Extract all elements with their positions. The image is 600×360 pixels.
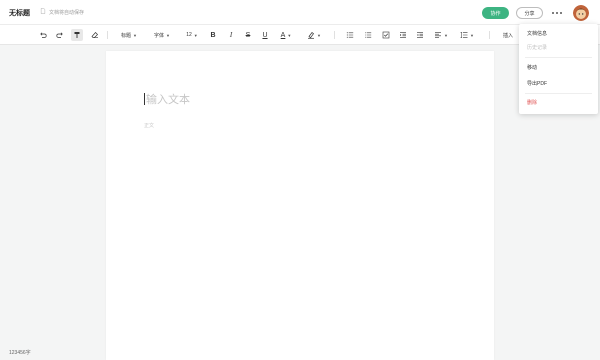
redo-icon bbox=[56, 32, 63, 38]
checklist-button[interactable] bbox=[380, 29, 392, 41]
font-label: 字体 bbox=[154, 32, 165, 39]
formatting-toolbar: 标题 ▼ 字体 ▼ 12 ▼ B I S U A ▼ ▼ ▼ ▼ 插入 bbox=[0, 25, 600, 45]
numbered-list-button[interactable] bbox=[362, 29, 374, 41]
menu-item-delete[interactable]: 删除 bbox=[527, 99, 537, 106]
text-color-icon: A bbox=[280, 31, 286, 39]
underline-icon: U bbox=[262, 31, 268, 39]
heading-dropdown[interactable]: 标题 ▼ bbox=[117, 29, 141, 41]
line-spacing-icon bbox=[460, 31, 468, 39]
font-family-dropdown[interactable]: 字体 ▼ bbox=[150, 29, 174, 41]
undo-icon bbox=[40, 32, 47, 38]
menu-item-export-pdf[interactable]: 导出PDF bbox=[527, 80, 547, 87]
title-input[interactable]: 输入文本 bbox=[144, 91, 190, 107]
strikethrough-button[interactable]: S bbox=[242, 29, 254, 41]
heading-label: 标题 bbox=[121, 32, 132, 39]
text-color-button[interactable]: A ▼ bbox=[276, 29, 296, 41]
indent-button[interactable] bbox=[397, 29, 409, 41]
document-icon bbox=[40, 8, 46, 16]
line-spacing-dropdown[interactable]: ▼ bbox=[457, 29, 477, 41]
insert-dropdown[interactable]: 插入 bbox=[500, 29, 516, 41]
format-painter-icon bbox=[74, 32, 80, 38]
toolbar-divider bbox=[334, 31, 335, 39]
collaborate-button[interactable]: 协作 bbox=[482, 7, 509, 19]
caret-down-icon: ▼ bbox=[166, 32, 170, 38]
bold-icon: B bbox=[210, 31, 216, 39]
outdent-icon bbox=[417, 32, 423, 38]
underline-button[interactable]: U bbox=[259, 29, 271, 41]
align-left-icon bbox=[435, 32, 442, 38]
insert-label: 插入 bbox=[502, 32, 513, 39]
highlighter-icon bbox=[308, 32, 315, 39]
indent-icon bbox=[400, 32, 406, 38]
caret-down-icon: ▼ bbox=[317, 32, 321, 38]
share-button[interactable]: 分享 bbox=[516, 7, 543, 19]
highlight-button[interactable]: ▼ bbox=[304, 29, 324, 41]
checkbox-icon bbox=[382, 31, 390, 39]
save-status-text: 文档将自动保存 bbox=[49, 9, 85, 16]
align-dropdown[interactable]: ▼ bbox=[431, 29, 451, 41]
numbered-list-icon bbox=[365, 32, 372, 38]
caret-down-icon: ▼ bbox=[444, 32, 448, 38]
menu-item-document-info[interactable]: 文档信息 bbox=[527, 30, 547, 37]
more-options-menu: 文档信息 历史记录 移动 导出PDF 删除 bbox=[519, 24, 598, 114]
bold-button[interactable]: B bbox=[207, 29, 219, 41]
outdent-button[interactable] bbox=[414, 29, 426, 41]
bullet-list-icon bbox=[346, 32, 354, 38]
avatar[interactable] bbox=[573, 5, 589, 21]
menu-divider bbox=[525, 93, 592, 94]
document-title[interactable]: 无标题 bbox=[9, 8, 30, 18]
body-input[interactable]: 正文 bbox=[144, 122, 154, 129]
format-painter-button[interactable] bbox=[71, 29, 83, 41]
clear-format-button[interactable] bbox=[89, 29, 101, 41]
save-status: 文档将自动保存 bbox=[40, 8, 84, 16]
eraser-icon bbox=[91, 31, 98, 38]
menu-divider bbox=[525, 57, 592, 58]
word-count: 123456字 bbox=[9, 350, 31, 356]
more-options-button[interactable] bbox=[550, 7, 564, 19]
document-page[interactable]: 输入文本 正文 bbox=[106, 51, 494, 360]
font-size-dropdown[interactable]: 12 ▼ bbox=[183, 29, 201, 41]
toolbar-divider bbox=[107, 31, 108, 39]
bullet-list-button[interactable] bbox=[344, 29, 356, 41]
caret-down-icon: ▼ bbox=[133, 32, 137, 38]
redo-button[interactable] bbox=[54, 29, 66, 41]
italic-button[interactable]: I bbox=[225, 29, 237, 41]
italic-icon: I bbox=[229, 31, 233, 39]
menu-item-move[interactable]: 移动 bbox=[527, 64, 537, 71]
menu-item-history[interactable]: 历史记录 bbox=[527, 44, 547, 51]
strikethrough-icon: S bbox=[245, 31, 251, 39]
caret-down-icon: ▼ bbox=[287, 32, 292, 38]
top-bar: 无标题 文档将自动保存 协作 分享 bbox=[0, 0, 600, 25]
more-icon bbox=[552, 12, 554, 14]
undo-button[interactable] bbox=[37, 29, 49, 41]
caret-down-icon: ▼ bbox=[470, 32, 474, 38]
text-cursor bbox=[144, 93, 145, 105]
toolbar-divider bbox=[489, 31, 490, 39]
caret-down-icon: ▼ bbox=[193, 32, 198, 38]
title-placeholder: 输入文本 bbox=[146, 94, 190, 106]
font-size-value: 12 bbox=[186, 32, 192, 38]
